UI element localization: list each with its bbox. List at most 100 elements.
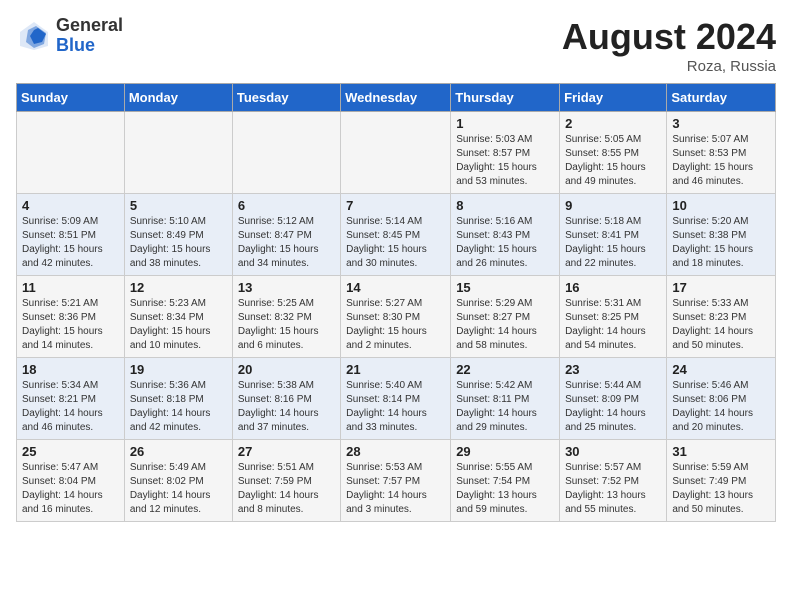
calendar-cell: 7Sunrise: 5:14 AMSunset: 8:45 PMDaylight… [341, 194, 451, 276]
day-number: 29 [456, 444, 554, 459]
month-title: August 2024 [562, 16, 776, 58]
calendar-cell: 20 Sunrise: 5:38 AMSunset: 8:16 PMDayligh… [232, 358, 340, 440]
day-info: Sunrise: 5:34 AMSunset: 8:21 PMDaylight:… [22, 379, 119, 435]
header-wednesday: Wednesday [341, 84, 451, 112]
day-info: Sunrise: 5:03 AMSunset: 8:57 PMDaylight:… [456, 133, 554, 189]
day-info: Sunrise: 5:18 AMSunset: 8:41 PMDaylight:… [565, 215, 661, 271]
day-info: Sunrise: 5:42 AMSunset: 8:11 PMDaylight:… [456, 379, 554, 435]
calendar-cell: 12 Sunrise: 5:23 AMSunset: 8:34 PMDayligh… [124, 276, 232, 358]
calendar-cell: 19 Sunrise: 5:36 AMSunset: 8:18 PMDayligh… [124, 358, 232, 440]
day-number: 12 [130, 280, 227, 295]
calendar-cell: 5 Sunrise: 5:10 AMSunset: 8:49 PMDaylight… [124, 194, 232, 276]
calendar-cell: 17Sunrise: 5:33 AMSunset: 8:23 PMDayligh… [667, 276, 776, 358]
day-number: 24 [672, 362, 770, 377]
day-info: Sunrise: 5:10 AMSunset: 8:49 PMDaylight:… [130, 215, 227, 271]
header-friday: Friday [560, 84, 667, 112]
header-saturday: Saturday [667, 84, 776, 112]
day-number: 28 [346, 444, 445, 459]
calendar-cell: 29 Sunrise: 5:55 AMSunset: 7:54 PMDayligh… [451, 440, 560, 522]
day-info: Sunrise: 5:38 AMSunset: 8:16 PMDaylight:… [238, 379, 335, 435]
day-number: 31 [672, 444, 770, 459]
calendar-cell: 9 Sunrise: 5:18 AMSunset: 8:41 PMDaylight… [560, 194, 667, 276]
calendar-cell: 15 Sunrise: 5:29 AMSunset: 8:27 PMDayligh… [451, 276, 560, 358]
calendar-table: SundayMondayTuesdayWednesdayThursdayFrid… [16, 83, 776, 522]
calendar-cell: 27 Sunrise: 5:51 AMSunset: 7:59 PMDayligh… [232, 440, 340, 522]
day-number: 26 [130, 444, 227, 459]
calendar-cell: 30 Sunrise: 5:57 AMSunset: 7:52 PMDayligh… [560, 440, 667, 522]
day-info: Sunrise: 5:27 AMSunset: 8:30 PMDaylight:… [346, 297, 445, 353]
day-number: 18 [22, 362, 119, 377]
calendar-cell: 4Sunrise: 5:09 AMSunset: 8:51 PMDaylight… [17, 194, 125, 276]
day-number: 27 [238, 444, 335, 459]
day-number: 23 [565, 362, 661, 377]
day-number: 9 [565, 198, 661, 213]
day-info: Sunrise: 5:36 AMSunset: 8:18 PMDaylight:… [130, 379, 227, 435]
calendar-cell: 10 Sunrise: 5:20 AMSunset: 8:38 PMDayligh… [667, 194, 776, 276]
calendar-cell: 13Sunrise: 5:25 AMSunset: 8:32 PMDayligh… [232, 276, 340, 358]
calendar-cell: 26 Sunrise: 5:49 AMSunset: 8:02 PMDayligh… [124, 440, 232, 522]
day-number: 7 [346, 198, 445, 213]
day-number: 15 [456, 280, 554, 295]
day-number: 6 [238, 198, 335, 213]
day-info: Sunrise: 5:57 AMSunset: 7:52 PMDaylight:… [565, 461, 661, 517]
calendar-cell: 31Sunrise: 5:59 AMSunset: 7:49 PMDayligh… [667, 440, 776, 522]
day-number: 4 [22, 198, 119, 213]
calendar-cell: 28 Sunrise: 5:53 AMSunset: 7:57 PMDayligh… [341, 440, 451, 522]
day-number: 10 [672, 198, 770, 213]
logo-icon [16, 18, 52, 54]
calendar-cell: 18 Sunrise: 5:34 AMSunset: 8:21 PMDayligh… [17, 358, 125, 440]
calendar-cell: 22Sunrise: 5:42 AMSunset: 8:11 PMDayligh… [451, 358, 560, 440]
calendar-cell: 3 Sunrise: 5:07 AMSunset: 8:53 PMDaylight… [667, 112, 776, 194]
day-info: Sunrise: 5:47 AMSunset: 8:04 PMDaylight:… [22, 461, 119, 517]
day-info: Sunrise: 5:29 AMSunset: 8:27 PMDaylight:… [456, 297, 554, 353]
day-number: 16 [565, 280, 661, 295]
calendar-cell: 6 Sunrise: 5:12 AMSunset: 8:47 PMDaylight… [232, 194, 340, 276]
day-number: 5 [130, 198, 227, 213]
location: Roza, Russia [562, 58, 776, 75]
day-info: Sunrise: 5:44 AMSunset: 8:09 PMDaylight:… [565, 379, 661, 435]
day-info: Sunrise: 5:23 AMSunset: 8:34 PMDaylight:… [130, 297, 227, 353]
day-info: Sunrise: 5:20 AMSunset: 8:38 PMDaylight:… [672, 215, 770, 271]
title-block: August 2024 Roza, Russia [562, 16, 776, 75]
logo-blue: Blue [56, 36, 123, 56]
day-info: Sunrise: 5:07 AMSunset: 8:53 PMDaylight:… [672, 133, 770, 189]
calendar-cell: 14 Sunrise: 5:27 AMSunset: 8:30 PMDayligh… [341, 276, 451, 358]
calendar-cell: 24 Sunrise: 5:46 AMSunset: 8:06 PMDayligh… [667, 358, 776, 440]
day-info: Sunrise: 5:25 AMSunset: 8:32 PMDaylight:… [238, 297, 335, 353]
header-sunday: Sunday [17, 84, 125, 112]
day-number: 1 [456, 116, 554, 131]
calendar-week-row: 11Sunrise: 5:21 AMSunset: 8:36 PMDayligh… [17, 276, 776, 358]
day-number: 30 [565, 444, 661, 459]
day-info: Sunrise: 5:55 AMSunset: 7:54 PMDaylight:… [456, 461, 554, 517]
calendar-header-row: SundayMondayTuesdayWednesdayThursdayFrid… [17, 84, 776, 112]
calendar-cell: 1 Sunrise: 5:03 AMSunset: 8:57 PMDaylight… [451, 112, 560, 194]
calendar-cell [17, 112, 125, 194]
day-number: 19 [130, 362, 227, 377]
header-monday: Monday [124, 84, 232, 112]
day-number: 20 [238, 362, 335, 377]
day-info: Sunrise: 5:49 AMSunset: 8:02 PMDaylight:… [130, 461, 227, 517]
day-info: Sunrise: 5:12 AMSunset: 8:47 PMDaylight:… [238, 215, 335, 271]
day-info: Sunrise: 5:46 AMSunset: 8:06 PMDaylight:… [672, 379, 770, 435]
logo-text: General Blue [56, 16, 123, 56]
calendar-week-row: 18 Sunrise: 5:34 AMSunset: 8:21 PMDayligh… [17, 358, 776, 440]
calendar-cell [232, 112, 340, 194]
page-header: General Blue August 2024 Roza, Russia [16, 16, 776, 75]
day-info: Sunrise: 5:53 AMSunset: 7:57 PMDaylight:… [346, 461, 445, 517]
calendar-week-row: 25 Sunrise: 5:47 AMSunset: 8:04 PMDayligh… [17, 440, 776, 522]
day-number: 2 [565, 116, 661, 131]
calendar-cell: 25 Sunrise: 5:47 AMSunset: 8:04 PMDayligh… [17, 440, 125, 522]
day-info: Sunrise: 5:40 AMSunset: 8:14 PMDaylight:… [346, 379, 445, 435]
day-number: 14 [346, 280, 445, 295]
calendar-cell: 21Sunrise: 5:40 AMSunset: 8:14 PMDayligh… [341, 358, 451, 440]
day-number: 3 [672, 116, 770, 131]
calendar-cell: 23 Sunrise: 5:44 AMSunset: 8:09 PMDayligh… [560, 358, 667, 440]
calendar-cell [124, 112, 232, 194]
day-info: Sunrise: 5:21 AMSunset: 8:36 PMDaylight:… [22, 297, 119, 353]
calendar-cell [341, 112, 451, 194]
logo-general: General [56, 16, 123, 36]
day-info: Sunrise: 5:16 AMSunset: 8:43 PMDaylight:… [456, 215, 554, 271]
day-number: 25 [22, 444, 119, 459]
day-info: Sunrise: 5:51 AMSunset: 7:59 PMDaylight:… [238, 461, 335, 517]
calendar-cell: 2Sunrise: 5:05 AMSunset: 8:55 PMDaylight… [560, 112, 667, 194]
